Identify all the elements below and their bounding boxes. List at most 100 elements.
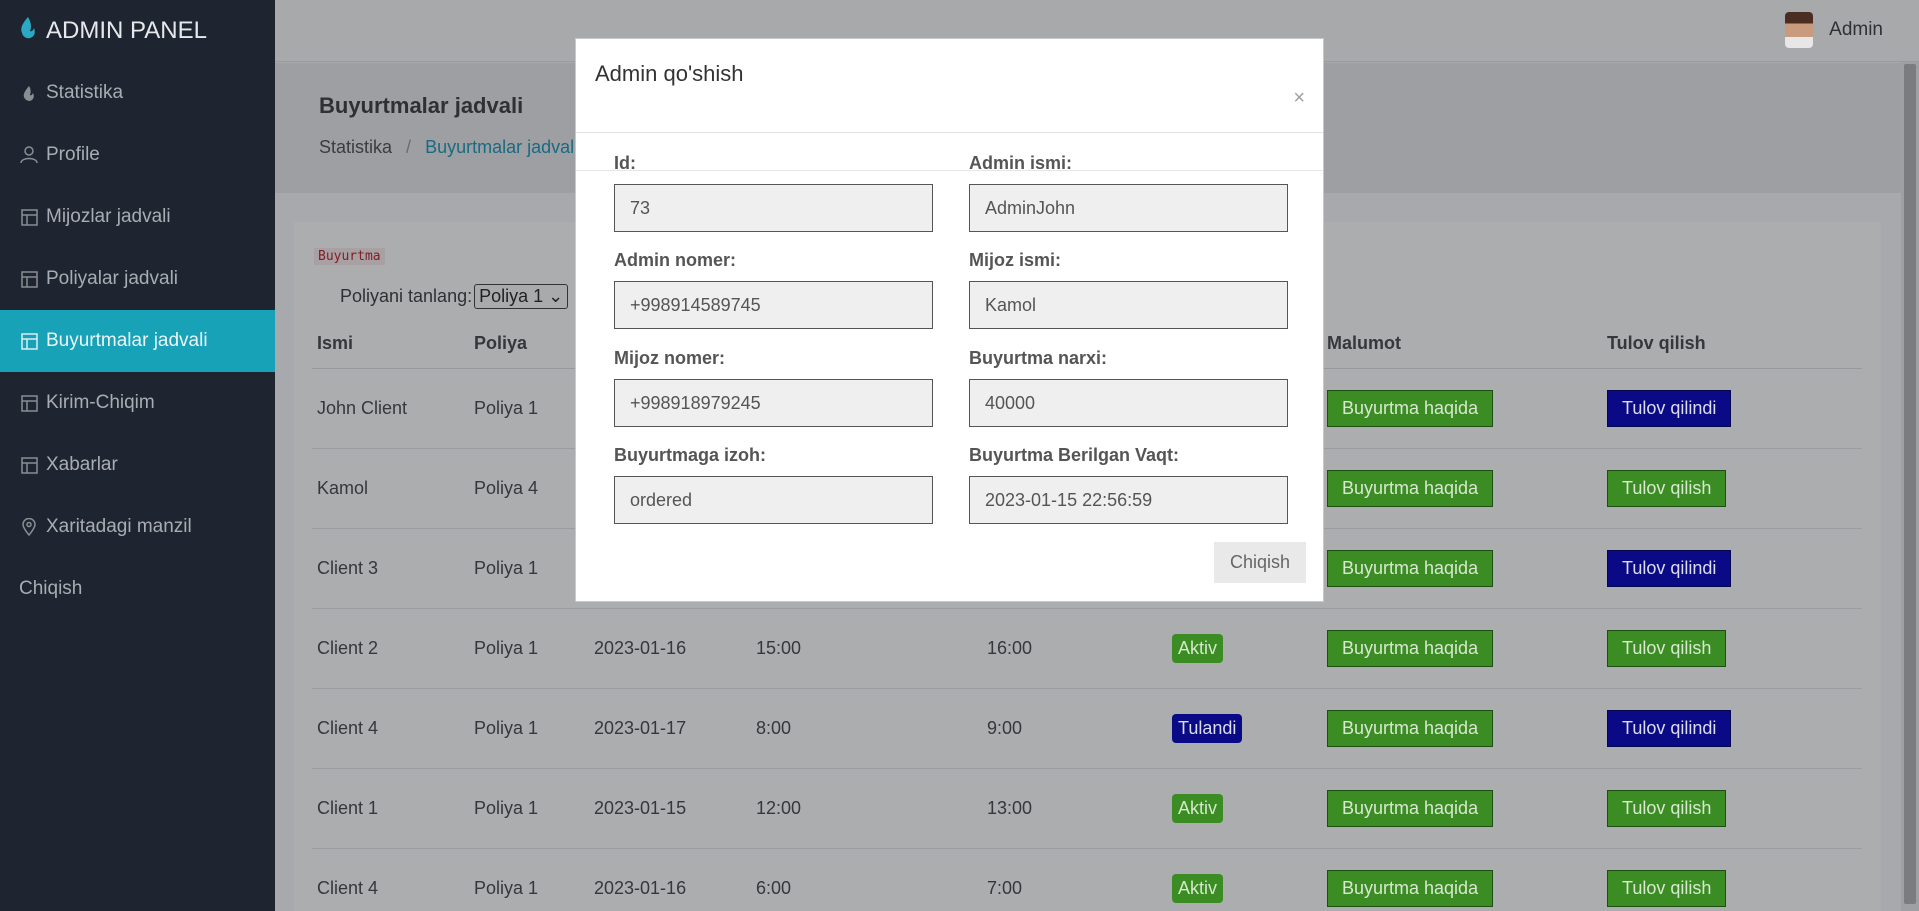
sidebar-item-label: Mijozlar jadvali — [46, 206, 171, 227]
map-pin-icon — [18, 518, 40, 536]
poliya-name-cell: Poliya 1 — [469, 688, 589, 769]
poliya-name: Poliya 1 — [474, 797, 539, 818]
chevron-down-icon: ⌄ — [548, 286, 564, 306]
status-badge-cell: Aktiv — [1167, 848, 1322, 911]
payment-button[interactable]: Tulov qilish — [1607, 869, 1727, 907]
order-date: 2023-01-16 — [594, 637, 687, 658]
order-note-field[interactable] — [614, 476, 933, 524]
client-name-cell: Client 4 — [312, 688, 469, 769]
table-row: Client 2 Poliya 1 2023-01-16 15:00 16:00 Akti… — [312, 608, 1862, 689]
status-badge: Tulandi — [1172, 713, 1243, 743]
end-time-cell: 9:00 — [982, 688, 1167, 769]
scrollbar-thumb[interactable] — [1904, 64, 1916, 904]
poliya-select[interactable]: Poliya 1 ⌄ — [474, 284, 569, 309]
end-time-cell: 13:00 — [982, 768, 1167, 849]
order-info-button-cell: Buyurtma haqida — [1322, 848, 1602, 911]
status-badge: Aktiv — [1172, 633, 1224, 663]
status-badge-cell: Aktiv — [1167, 768, 1322, 849]
order-date-cell: 2023-01-17 — [589, 688, 751, 769]
order-info-button[interactable]: Buyurtma haqida — [1327, 869, 1494, 907]
payment-button[interactable]: Tulov qilindi — [1607, 709, 1732, 747]
breadcrumb-home[interactable]: Statistika — [319, 137, 392, 157]
id-field-group: Id: — [614, 153, 933, 232]
user-icon — [18, 146, 40, 164]
col-header-poliya: Poliya — [469, 320, 589, 369]
order-info-button[interactable]: Buyurtma haqida — [1327, 629, 1494, 667]
order-info-button[interactable]: Buyurtma haqida — [1327, 709, 1494, 747]
col-header-ismi: Ismi — [312, 320, 469, 369]
client-name: Client 3 — [317, 557, 379, 578]
breadcrumb-current[interactable]: Buyurtmalar jadvali — [425, 137, 578, 157]
order-info-button-cell: Buyurtma haqida — [1322, 608, 1602, 689]
client-name: John Client — [317, 397, 408, 418]
payment-button[interactable]: Tulov qilish — [1607, 629, 1727, 667]
sidebar-item-xaritadagi-manzil[interactable]: Xaritadagi manzil — [0, 496, 275, 558]
admin-name-field-group: Admin ismi: — [969, 153, 1288, 232]
id-label: Id: — [614, 153, 636, 173]
sidebar-item-mijozlar[interactable]: Mijozlar jadvali — [0, 186, 275, 248]
sidebar-item-label: Statistika — [46, 82, 124, 103]
order-time-field[interactable] — [969, 476, 1288, 524]
admin-name-field[interactable] — [969, 184, 1288, 232]
modal-title: Admin qo'shish — [595, 61, 744, 86]
exit-button[interactable]: Chiqish — [1213, 542, 1306, 583]
payment-button[interactable]: Tulov qilindi — [1607, 389, 1732, 427]
payment-button[interactable]: Tulov qilish — [1607, 789, 1727, 827]
order-date-cell: 2023-01-16 — [589, 848, 751, 911]
order-info-button[interactable]: Buyurtma haqida — [1327, 389, 1494, 427]
sidebar-item-statistika[interactable]: Statistika — [0, 62, 275, 124]
brand[interactable]: ADMIN PANEL — [0, 0, 275, 62]
sidebar-item-label: Xabarlar — [46, 454, 118, 475]
sidebar-item-buyurtmalar[interactable]: Buyurtmalar jadvali — [0, 310, 275, 372]
sidebar-item-kirim-chiqim[interactable]: Kirim-Chiqim — [0, 372, 275, 434]
admin-phone-field[interactable] — [614, 281, 933, 329]
breadcrumb-separator: / — [406, 137, 412, 157]
payment-button[interactable]: Tulov qilindi — [1607, 549, 1732, 587]
poliya-name-cell: Poliya 1 — [469, 608, 589, 689]
payment-button-cell: Tulov qilindi — [1602, 368, 1862, 449]
table-icon — [18, 332, 40, 350]
sidebar-item-xabarlar[interactable]: Xabarlar — [0, 434, 275, 496]
payment-button[interactable]: Tulov qilish — [1607, 469, 1727, 507]
user-name: Admin — [1829, 19, 1883, 40]
id-field[interactable] — [614, 184, 933, 232]
poliya-name-cell: Poliya 1 — [469, 768, 589, 849]
end-time: 7:00 — [987, 877, 1023, 898]
page-scrollbar[interactable] — [1901, 62, 1919, 911]
order-date: 2023-01-16 — [594, 877, 687, 898]
admin-phone-field-group: Admin nomer: — [614, 250, 933, 329]
close-icon[interactable]: × — [1293, 87, 1305, 110]
client-name: Client 1 — [317, 797, 379, 818]
payment-button-cell: Tulov qilish — [1602, 848, 1862, 911]
sidebar-item-label: Profile — [46, 144, 100, 165]
client-name: Client 2 — [317, 637, 379, 658]
client-name-field[interactable] — [969, 281, 1288, 329]
order-price-label: Buyurtma narxi: — [969, 348, 1108, 368]
client-name: Client 4 — [317, 877, 379, 898]
order-info-button[interactable]: Buyurtma haqida — [1327, 549, 1494, 587]
end-time: 16:00 — [987, 637, 1033, 658]
client-phone-field[interactable] — [614, 379, 933, 427]
poliya-name: Poliya 1 — [474, 717, 539, 738]
user-menu[interactable]: Admin — [1785, 12, 1883, 48]
client-name-cell: Client 1 — [312, 768, 469, 849]
poliya-name: Poliya 1 — [474, 397, 539, 418]
start-time: 12:00 — [756, 797, 802, 818]
order-info-button[interactable]: Buyurtma haqida — [1327, 469, 1494, 507]
sidebar-item-chiqish[interactable]: Chiqish — [0, 558, 275, 620]
poliya-name-cell: Poliya 4 — [469, 448, 589, 529]
order-info-button[interactable]: Buyurtma haqida — [1327, 789, 1494, 827]
sidebar-item-poliyalar[interactable]: Poliyalar jadvali — [0, 248, 275, 310]
order-price-field[interactable] — [969, 379, 1288, 427]
status-badge: Aktiv — [1172, 873, 1224, 903]
order-info-button-cell: Buyurtma haqida — [1322, 768, 1602, 849]
order-date: 2023-01-17 — [594, 717, 687, 738]
payment-button-cell: Tulov qilish — [1602, 768, 1862, 849]
start-time-cell: 12:00 — [751, 768, 982, 849]
payment-button-cell: Tulov qilish — [1602, 448, 1862, 529]
end-time: 9:00 — [987, 717, 1023, 738]
poliya-select-label: Poliyani tanlang: — [340, 286, 473, 306]
start-time: 8:00 — [756, 717, 792, 738]
sidebar-item-profile[interactable]: Profile — [0, 124, 275, 186]
sidebar-item-label: Buyurtmalar jadvali — [46, 330, 208, 351]
